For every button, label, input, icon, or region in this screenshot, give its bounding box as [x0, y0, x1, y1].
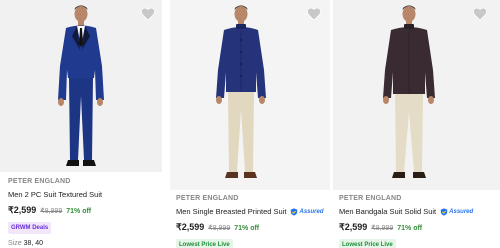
brand-name: PETER ENGLAND [8, 178, 71, 185]
assured-badge: Assured [440, 208, 473, 216]
assured-badge: Assured [290, 208, 324, 216]
discount-percent: 71% off [397, 225, 423, 232]
product-title[interactable]: Men 2 PC Suit Textured Suit [8, 189, 102, 201]
heart-icon[interactable] [472, 6, 488, 22]
heart-icon[interactable] [140, 6, 156, 22]
selling-price: ₹2,599 [8, 205, 37, 215]
heart-icon[interactable] [306, 6, 322, 22]
product-image[interactable] [170, 0, 330, 190]
product-card[interactable]: PETER ENGLAND Men Bandgala Suit Solid Su… [333, 0, 500, 248]
product-image[interactable] [333, 0, 500, 190]
deal-badge: GRWM Deals [8, 222, 52, 234]
size-info: Size 38, 40 [8, 240, 158, 247]
assured-label: Assured [449, 209, 474, 215]
discount-percent: 71% off [234, 225, 260, 232]
product-image[interactable] [0, 0, 162, 172]
size-label: Size [8, 240, 22, 247]
lowest-price-badge: Lowest Price Live [339, 239, 396, 248]
brand-name: PETER ENGLAND [339, 195, 402, 202]
product-card[interactable]: PETER ENGLAND Men Single Breasted Printe… [170, 0, 330, 248]
model-photo [58, 5, 104, 166]
original-price: ₹8,999 [40, 208, 63, 215]
product-info: PETER ENGLAND Men Single Breasted Printe… [176, 194, 326, 248]
product-title[interactable]: Men Bandgala Suit Solid Suit [339, 206, 436, 218]
selling-price: ₹2,599 [176, 222, 205, 232]
brand-name: PETER ENGLAND [176, 195, 239, 202]
assured-label: Assured [299, 209, 324, 215]
model-photo [383, 5, 435, 178]
product-title[interactable]: Men Single Breasted Printed Suit [176, 206, 286, 218]
lowest-price-badge: Lowest Price Live [176, 239, 233, 248]
model-photo [216, 5, 266, 178]
assured-shield-icon [440, 208, 448, 216]
product-info: PETER ENGLAND Men Bandgala Suit Solid Su… [339, 194, 496, 248]
original-price: ₹8,999 [208, 225, 231, 232]
product-card[interactable]: PETER ENGLAND Men 2 PC Suit Textured Sui… [0, 0, 162, 248]
product-info: PETER ENGLAND Men 2 PC Suit Textured Sui… [8, 177, 158, 247]
assured-shield-icon [291, 208, 298, 216]
size-values: 38, 40 [23, 240, 44, 247]
discount-percent: 71% off [66, 208, 92, 215]
selling-price: ₹2,599 [339, 222, 368, 232]
original-price: ₹8,999 [371, 225, 394, 232]
